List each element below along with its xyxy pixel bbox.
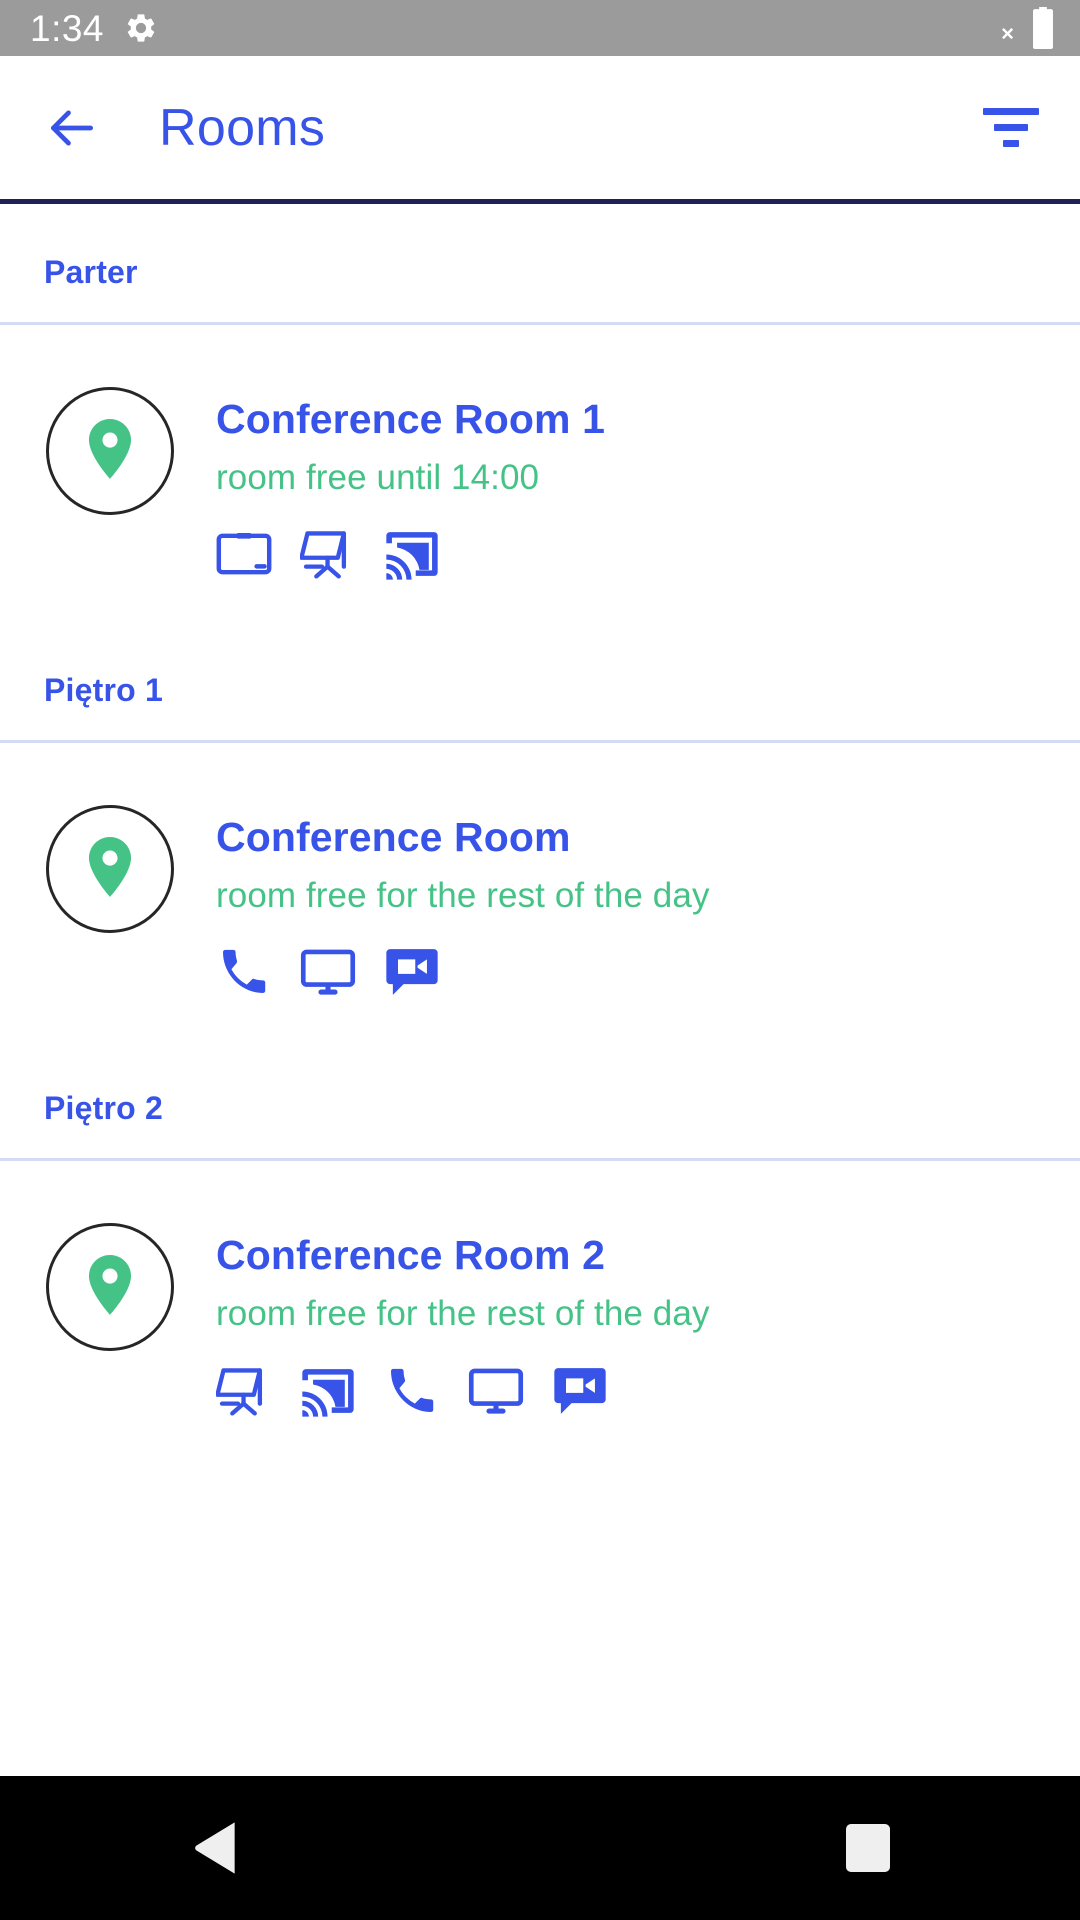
section-header-label: Piętro 2 bbox=[44, 1090, 163, 1127]
status-clock: 1:34 bbox=[30, 7, 105, 49]
amenities-row bbox=[216, 526, 605, 582]
cast-icon bbox=[384, 526, 440, 582]
avatar bbox=[46, 387, 174, 515]
section-header-label: Parter bbox=[44, 254, 138, 290]
display-icon bbox=[468, 1363, 524, 1419]
gear-icon bbox=[124, 11, 158, 45]
system-nav-bar bbox=[0, 1776, 1080, 1920]
phone-icon bbox=[216, 944, 272, 1000]
whiteboard-icon bbox=[216, 526, 272, 582]
nav-back-icon[interactable] bbox=[190, 1819, 242, 1877]
avatar bbox=[46, 805, 174, 934]
cast-icon bbox=[300, 1363, 356, 1419]
room-list-item[interactable]: Conference Room 2 room free for the rest… bbox=[0, 1161, 1080, 1458]
map-pin-icon bbox=[82, 837, 138, 901]
room-list-item[interactable]: Conference Room 1 room free until 14:00 bbox=[0, 325, 1080, 622]
room-status: room free for the rest of the day bbox=[216, 876, 710, 916]
status-bar-right: × bbox=[1001, 7, 1056, 50]
flipchart-icon bbox=[299, 526, 356, 582]
phone-icon bbox=[384, 1363, 440, 1419]
section-parter: Parter Conference Room 1 room free until… bbox=[0, 204, 1080, 622]
room-title: Conference Room 2 bbox=[216, 1232, 605, 1279]
avatar bbox=[46, 1223, 174, 1352]
status-bar-left: 1:34 bbox=[30, 10, 158, 47]
page-title: Rooms bbox=[159, 98, 326, 157]
flipchart-icon bbox=[215, 1363, 272, 1419]
filter-icon[interactable] bbox=[982, 97, 1044, 159]
section-pietro-2: Piętro 2 Conference Room 2 room free for… bbox=[0, 1040, 1080, 1458]
map-pin-icon bbox=[82, 419, 138, 483]
room-info: Conference Room 1 room free until 14:00 bbox=[216, 383, 605, 582]
app-bar: Rooms bbox=[0, 56, 1080, 204]
back-arrow-icon[interactable] bbox=[44, 100, 100, 156]
filter-bar-bottom bbox=[1003, 140, 1019, 147]
filter-bar-middle bbox=[994, 124, 1028, 131]
nav-recents-icon[interactable] bbox=[846, 1824, 890, 1872]
close-marker-icon: × bbox=[1001, 21, 1014, 46]
room-title: Conference Room bbox=[216, 814, 571, 861]
map-pin-icon bbox=[82, 1255, 138, 1319]
room-info: Conference Room 2 room free for the rest… bbox=[215, 1219, 710, 1419]
filter-bar-top bbox=[983, 108, 1039, 115]
room-status: room free until 14:00 bbox=[216, 457, 540, 497]
status-bar: 1:34 × bbox=[0, 0, 1080, 56]
room-title: Conference Room 1 bbox=[216, 396, 605, 442]
video-chat-icon bbox=[552, 1363, 608, 1419]
display-icon bbox=[300, 944, 356, 1000]
section-pietro-1: Piętro 1 Conference Room room free for t… bbox=[0, 622, 1080, 1040]
battery-icon bbox=[1030, 7, 1056, 50]
room-list-item[interactable]: Conference Room room free for the rest o… bbox=[0, 743, 1080, 1040]
amenities-row bbox=[215, 1363, 710, 1419]
room-status: room free for the rest of the day bbox=[216, 1294, 710, 1334]
section-header-label: Piętro 1 bbox=[44, 672, 163, 709]
video-chat-icon bbox=[384, 944, 440, 1000]
app-root: 1:34 × Rooms Parter Conference Room 1 ro… bbox=[0, 0, 1080, 1920]
amenities-row bbox=[216, 944, 710, 1000]
room-info: Conference Room room free for the rest o… bbox=[216, 801, 710, 1000]
rooms-list: Parter Conference Room 1 room free until… bbox=[0, 204, 1080, 1776]
